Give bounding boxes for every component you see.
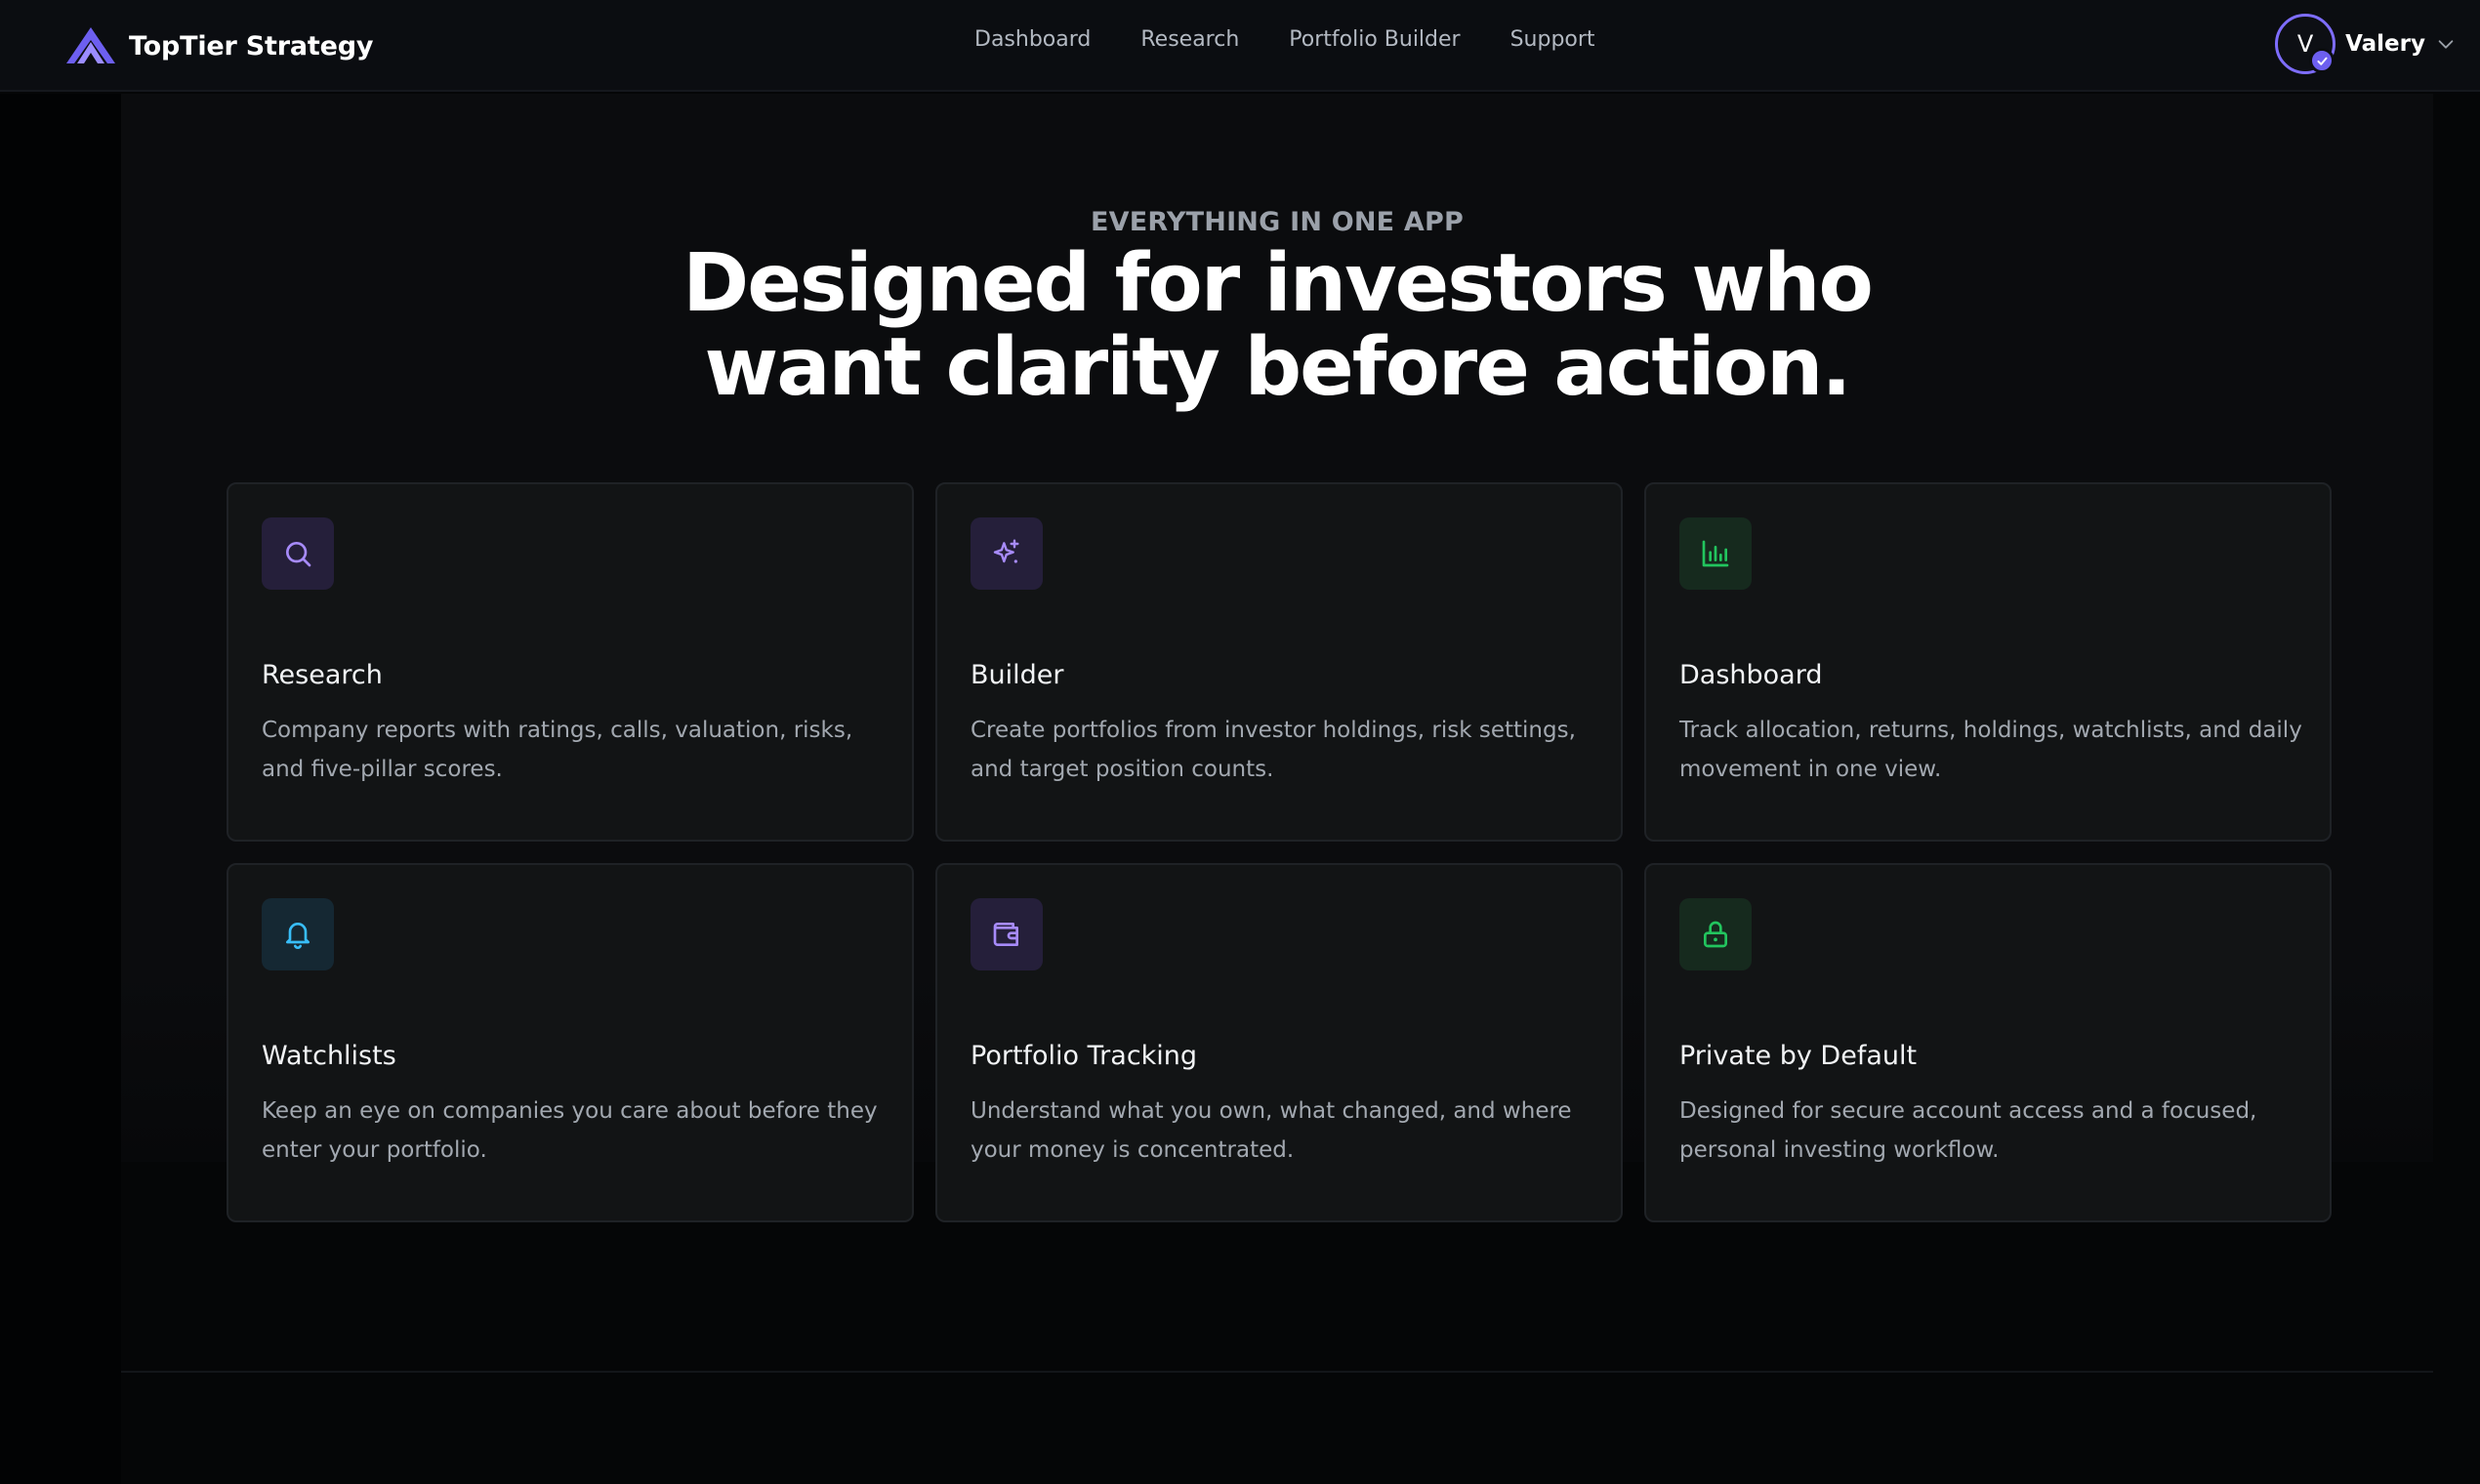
avatar: V <box>2275 14 2336 74</box>
lock-icon <box>1679 898 1752 970</box>
card-description: Track allocation, returns, holdings, wat… <box>1679 718 2302 782</box>
card-title: Portfolio Tracking <box>971 1041 1198 1071</box>
brand-name: TopTier Strategy <box>129 30 374 62</box>
sparkles-icon <box>971 517 1043 590</box>
bar-chart-icon <box>1679 517 1752 590</box>
feature-card-dashboard[interactable]: Dashboard Track allocation, returns, hol… <box>1644 482 2332 842</box>
section-eyebrow: EVERYTHING IN ONE APP <box>1091 207 1464 237</box>
section-divider <box>121 1371 2433 1373</box>
feature-card-portfolio-tracking[interactable]: Portfolio Tracking Understand what you o… <box>935 863 1623 1222</box>
chevron-down-icon <box>2438 40 2454 49</box>
card-description: Create portfolios from investor holdings… <box>971 718 1576 782</box>
user-menu[interactable]: V Valery <box>2275 14 2457 74</box>
card-title: Builder <box>971 660 1064 690</box>
card-title: Watchlists <box>262 1041 396 1071</box>
feature-card-builder[interactable]: Builder Create portfolios from investor … <box>935 482 1623 842</box>
verified-badge-icon <box>2309 48 2335 73</box>
user-name: Valery <box>2345 31 2425 57</box>
headline-line-1: Designed for investors who <box>682 237 1874 330</box>
section-headline: Designed for investors who want clarity … <box>0 242 2480 410</box>
feature-card-research[interactable]: Research Company reports with ratings, c… <box>227 482 914 842</box>
feature-card-watchlists[interactable]: Watchlists Keep an eye on companies you … <box>227 863 914 1222</box>
brand-logo-icon <box>66 27 115 63</box>
card-description: Designed for secure account access and a… <box>1679 1098 2257 1163</box>
nav-support[interactable]: Support <box>1510 27 1595 52</box>
nav-portfolio-builder[interactable]: Portfolio Builder <box>1289 27 1460 52</box>
wallet-icon <box>971 898 1043 970</box>
card-description: Company reports with ratings, calls, val… <box>262 718 853 782</box>
top-navigation-bar: TopTier Strategy Dashboard Research Port… <box>0 0 2480 92</box>
feature-card-private-by-default[interactable]: Private by Default Designed for secure a… <box>1644 863 2332 1222</box>
main-nav: Dashboard Research Portfolio Builder Sup… <box>974 27 1595 52</box>
nav-research[interactable]: Research <box>1140 27 1239 52</box>
headline-line-2: want clarity before action. <box>704 321 1851 414</box>
brand[interactable]: TopTier Strategy <box>64 21 373 70</box>
search-icon <box>262 517 334 590</box>
bell-icon <box>262 898 334 970</box>
card-title: Research <box>262 660 383 690</box>
card-title: Private by Default <box>1679 1041 1918 1071</box>
card-title: Dashboard <box>1679 660 1823 690</box>
card-description: Keep an eye on companies you care about … <box>262 1098 878 1163</box>
card-description: Understand what you own, what changed, a… <box>971 1098 1572 1163</box>
nav-dashboard[interactable]: Dashboard <box>974 27 1091 52</box>
